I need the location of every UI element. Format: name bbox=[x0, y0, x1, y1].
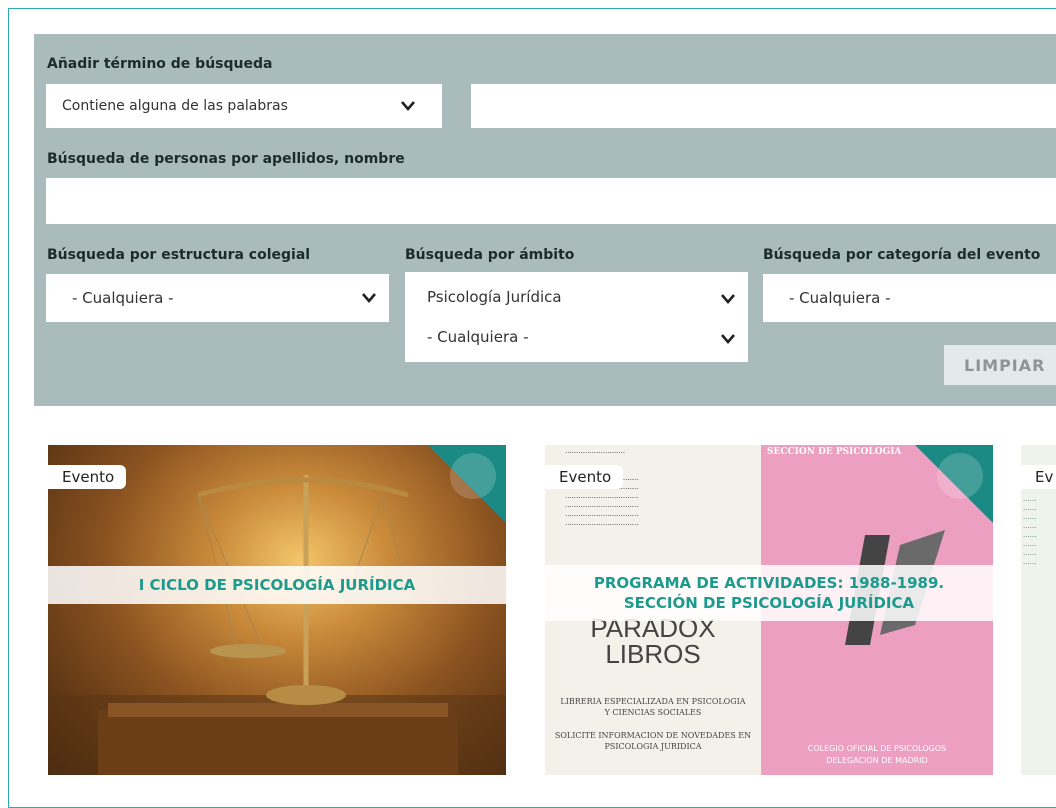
scope-select[interactable]: Psicología Jurídica - Cualquiera - bbox=[405, 272, 748, 362]
doc-sub4: PSICOLOGIA JURIDICA bbox=[604, 742, 702, 751]
structure-value: - Cualquiera - bbox=[72, 289, 174, 307]
doc-footer: COLEGIO OFICIAL DE PSICOLOGOS DELEGACION… bbox=[761, 743, 993, 767]
scope-label: Búsqueda por ámbito bbox=[405, 247, 575, 263]
search-panel: Añadir término de búsqueda Contiene algu… bbox=[34, 34, 1056, 406]
card-title-line2: SECCIÓN DE PSICOLOGÍA JURÍDICA bbox=[623, 594, 915, 612]
category-select[interactable]: - Cualquiera - bbox=[763, 274, 1056, 322]
match-mode-value: Contiene alguna de las palabras bbox=[62, 98, 288, 114]
card-title: PROGRAMA DE ACTIVIDADES: 1988-1989. SECC… bbox=[545, 565, 993, 621]
doc-logo: PARADOX LIBROS bbox=[545, 615, 761, 667]
structure-select[interactable]: - Cualquiera - bbox=[46, 274, 389, 322]
persons-label: Búsqueda de personas por apellidos, nomb… bbox=[47, 151, 405, 167]
doc-footer1: COLEGIO OFICIAL DE PSICOLOGOS bbox=[807, 744, 947, 753]
doc-logo-line2: LIBROS bbox=[605, 639, 701, 669]
event-card[interactable]: ........................................… bbox=[545, 445, 993, 775]
chevron-down-icon bbox=[401, 101, 415, 111]
doc-subtitle: LIBRERIA ESPECIALIZADA EN PSICOLOGIA Y C… bbox=[545, 696, 761, 752]
corner-circle-icon bbox=[450, 453, 496, 499]
structure-label: Búsqueda por estructura colegial bbox=[47, 247, 311, 263]
event-card[interactable]: Evento I CICLO DE PSICOLOGÍA JURÍDICA bbox=[48, 445, 506, 775]
card-title: I CICLO DE PSICOLOGÍA JURÍDICA bbox=[48, 566, 506, 604]
card-title-line1: PROGRAMA DE ACTIVIDADES: 1988-1989. bbox=[593, 574, 945, 592]
category-value: - Cualquiera - bbox=[789, 289, 891, 307]
event-badge: Evento bbox=[545, 465, 624, 489]
doc-fineprint: ........................................… bbox=[1023, 495, 1037, 566]
clear-button[interactable]: LIMPIAR bbox=[944, 345, 1056, 385]
doc-sub2: Y CIENCIAS SOCIALES bbox=[604, 708, 702, 717]
event-badge: Ev bbox=[1021, 465, 1056, 489]
doc-footer2: DELEGACION DE MADRID bbox=[826, 756, 928, 765]
chevron-down-icon bbox=[721, 334, 735, 344]
term-label: Añadir término de búsqueda bbox=[47, 56, 273, 72]
corner-circle-icon bbox=[937, 453, 983, 499]
search-term-input[interactable] bbox=[471, 84, 1056, 128]
scope-sub-value: - Cualquiera - bbox=[427, 328, 529, 346]
chevron-down-icon bbox=[721, 294, 735, 304]
persons-search-input[interactable] bbox=[46, 178, 1056, 224]
match-mode-select[interactable]: Contiene alguna de las palabras bbox=[46, 84, 442, 128]
scope-value: Psicología Jurídica bbox=[427, 288, 562, 306]
doc-sub1: LIBRERIA ESPECIALIZADA EN PSICOLOGIA bbox=[560, 697, 746, 706]
category-label: Búsqueda por categoría del evento bbox=[763, 247, 1041, 263]
doc-header: SECCION DE PSICOLOGIA bbox=[767, 447, 902, 457]
chevron-down-icon bbox=[362, 293, 376, 303]
doc-sub3: SOLICITE INFORMACION DE NOVEDADES EN bbox=[554, 731, 752, 740]
event-badge: Evento bbox=[48, 465, 127, 489]
event-card[interactable]: ........................................… bbox=[1021, 445, 1056, 775]
